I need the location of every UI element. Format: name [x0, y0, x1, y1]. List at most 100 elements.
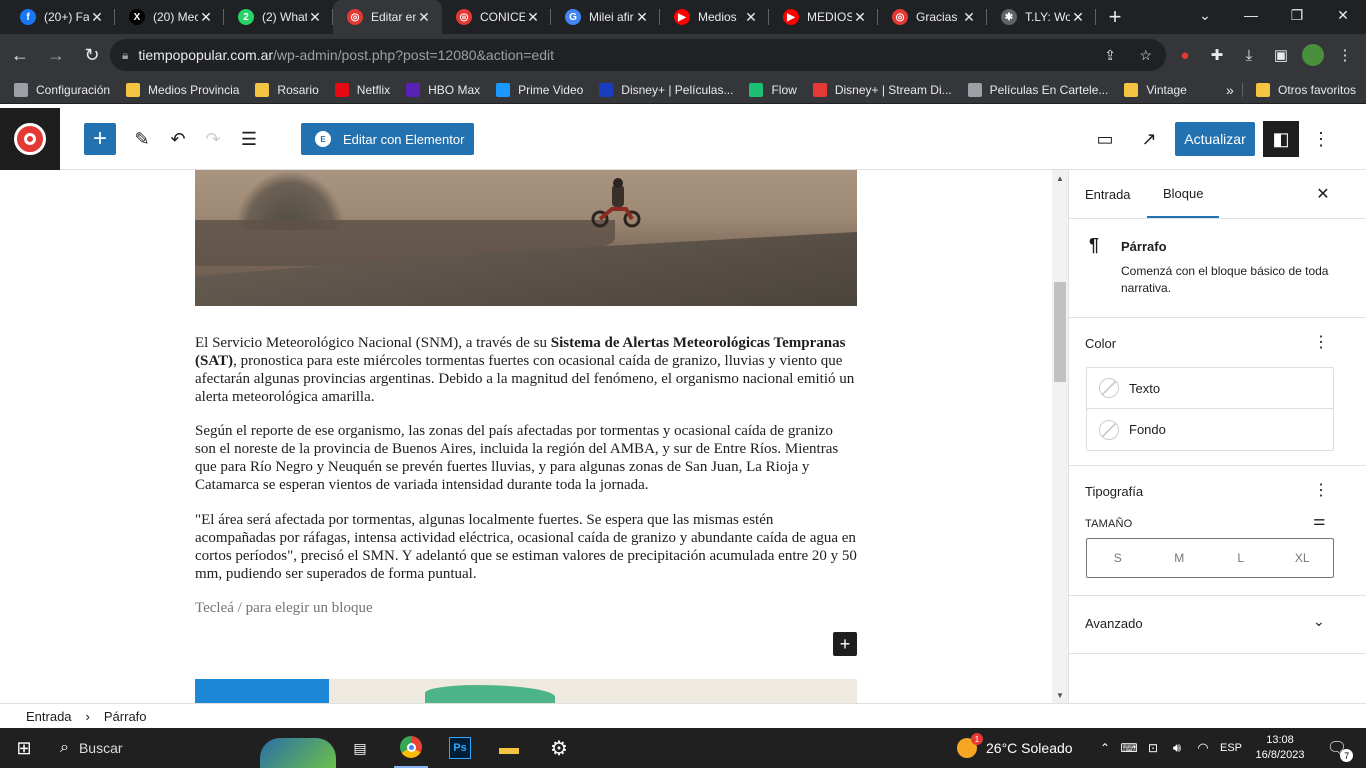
forward-icon[interactable]: →: [40, 39, 72, 71]
color-options-icon[interactable]: ⋮: [1313, 332, 1329, 352]
options-menu-icon[interactable]: ⋮: [1305, 123, 1337, 155]
inline-add-block-button[interactable]: +: [833, 632, 857, 656]
browser-tab[interactable]: G Milei afir ✕: [551, 0, 660, 34]
site-logo[interactable]: [0, 108, 60, 170]
paragraph-block[interactable]: El Servicio Meteorológico Nacional (SNM)…: [195, 334, 857, 406]
bookmark-item[interactable]: HBO Max: [398, 76, 488, 104]
close-tab-icon[interactable]: ✕: [89, 9, 105, 26]
update-button[interactable]: Actualizar: [1175, 122, 1255, 156]
view-post-external-icon[interactable]: ↗: [1133, 123, 1165, 155]
minimize-icon[interactable]: —: [1228, 0, 1274, 30]
task-view-icon[interactable]: ▤: [344, 728, 376, 768]
browser-tab[interactable]: ▶ MEDIOS ✕: [769, 0, 878, 34]
browser-tab[interactable]: ◎ Gracias ✕: [878, 0, 987, 34]
custom-size-sliders-icon[interactable]: ⚌: [1313, 512, 1326, 529]
photoshop-taskbar-icon[interactable]: Ps: [446, 728, 474, 768]
close-tab-icon[interactable]: ✕: [198, 9, 214, 26]
notifications-icon[interactable]: 🗨︎ 7: [1322, 728, 1354, 768]
edit-with-elementor-button[interactable]: E Editar con Elementor: [301, 123, 474, 155]
file-explorer-icon[interactable]: ▬: [494, 728, 524, 768]
weather-sun-icon[interactable]: 1: [954, 728, 983, 768]
chrome-taskbar-icon[interactable]: [394, 728, 428, 768]
address-bar[interactable]: 🔒︎ tiempopopular.com.ar/wp-admin/post.ph…: [110, 39, 1166, 71]
bookmark-item[interactable]: Rosario: [247, 76, 326, 104]
bookmark-item[interactable]: Disney+ | Películas...: [591, 76, 741, 104]
background-color-option[interactable]: Fondo: [1087, 409, 1333, 450]
bookmark-item[interactable]: Configuración: [6, 76, 118, 104]
extensions-puzzle-icon[interactable]: ✚: [1206, 44, 1228, 66]
volume-icon[interactable]: 🔊︎: [1166, 728, 1188, 768]
bookmark-item[interactable]: Medios Provincia: [118, 76, 247, 104]
wifi-icon[interactable]: ◠: [1192, 728, 1214, 768]
advanced-panel[interactable]: Avanzado ⌄: [1069, 595, 1366, 653]
profile-avatar[interactable]: [1302, 44, 1324, 66]
empty-block-placeholder[interactable]: Tecleá / para elegir un bloque: [195, 599, 857, 617]
paragraph-block[interactable]: Según el reporte de ese organismo, las z…: [195, 422, 857, 494]
redo-icon[interactable]: ↷: [197, 123, 229, 155]
bookmark-item[interactable]: Vintage: [1116, 76, 1194, 104]
bookmark-item[interactable]: Disney+ | Stream Di...: [805, 76, 960, 104]
reload-icon[interactable]: ↻: [76, 39, 108, 71]
weather-text[interactable]: 26°C Soleado: [986, 728, 1086, 768]
bookmark-item[interactable]: Prime Video: [488, 76, 591, 104]
clock[interactable]: 13:08 16/8/2023: [1250, 728, 1310, 768]
close-tab-icon[interactable]: ✕: [852, 9, 868, 26]
undo-icon[interactable]: ↶: [162, 123, 194, 155]
bookmark-item[interactable]: Netflix: [327, 76, 398, 104]
settings-sidebar-toggle-icon[interactable]: ◧: [1263, 121, 1299, 157]
tab-bloque[interactable]: Bloque: [1147, 170, 1220, 218]
extension-shield-icon[interactable]: ●: [1174, 44, 1196, 66]
close-tab-icon[interactable]: ✕: [416, 9, 432, 26]
network-icon[interactable]: ⊡: [1142, 728, 1164, 768]
bookmark-item[interactable]: Películas En Cartele...: [960, 76, 1117, 104]
tab-search-icon[interactable]: ⌄: [1182, 0, 1228, 30]
more-bookmarks-button[interactable]: »: [1218, 76, 1242, 104]
breadcrumb-root[interactable]: Entrada: [26, 709, 72, 724]
new-tab-button[interactable]: +: [1100, 0, 1130, 34]
ime-icon[interactable]: ⌨: [1118, 728, 1140, 768]
browser-tab[interactable]: f (20+) Fa ✕: [6, 0, 115, 34]
show-hidden-icons-chevron[interactable]: ⌃: [1096, 728, 1114, 768]
tab-entrada[interactable]: Entrada: [1085, 170, 1131, 218]
document-overview-icon[interactable]: ☰: [233, 123, 265, 155]
text-color-option[interactable]: Texto: [1087, 368, 1333, 409]
editor-scrollbar[interactable]: ▲ ▼: [1052, 170, 1068, 703]
browser-tab[interactable]: ◎ Editar en ✕: [333, 0, 442, 34]
close-tab-icon[interactable]: ✕: [634, 9, 650, 26]
language-indicator[interactable]: ESP: [1216, 728, 1246, 768]
add-block-button[interactable]: +: [84, 123, 116, 155]
other-favorites-button[interactable]: Otros favoritos: [1248, 76, 1364, 104]
browser-tab[interactable]: ◎ CONICE ✕: [442, 0, 551, 34]
typography-options-icon[interactable]: ⋮: [1313, 480, 1329, 500]
size-option-m[interactable]: M: [1149, 539, 1211, 577]
scroll-down-icon[interactable]: ▼: [1052, 687, 1068, 703]
close-tab-icon[interactable]: ✕: [961, 9, 977, 26]
close-window-icon[interactable]: ✕: [1320, 0, 1366, 30]
download-icon[interactable]: ⤓: [1238, 44, 1260, 66]
maximize-icon[interactable]: ❐: [1274, 0, 1320, 30]
close-sidebar-icon[interactable]: ✕: [1313, 184, 1333, 204]
search-highlight-image[interactable]: [260, 738, 336, 768]
scrollbar-thumb[interactable]: [1054, 282, 1066, 382]
browser-tab[interactable]: ▶ Medios ✕: [660, 0, 769, 34]
close-tab-icon[interactable]: ✕: [743, 9, 759, 26]
close-tab-icon[interactable]: ✕: [307, 9, 323, 26]
map-image[interactable]: [195, 679, 857, 703]
preview-desktop-icon[interactable]: ▭: [1089, 123, 1121, 155]
start-windows-icon[interactable]: ⊞: [0, 728, 48, 768]
browser-tab[interactable]: 2 (2) What ✕: [224, 0, 333, 34]
chevron-down-icon[interactable]: ⌄: [1313, 613, 1325, 630]
close-tab-icon[interactable]: ✕: [1070, 9, 1086, 26]
taskbar-search[interactable]: ⌕ Buscar: [52, 728, 262, 768]
browser-tab[interactable]: X (20) Mec ✕: [115, 0, 224, 34]
side-panel-icon[interactable]: ▣: [1270, 44, 1292, 66]
size-option-xl[interactable]: XL: [1272, 539, 1334, 577]
paragraph-block[interactable]: "El área será afectada por tormentas, al…: [195, 511, 857, 583]
bookmark-item[interactable]: Flow: [741, 76, 804, 104]
browser-tab[interactable]: ✱ T.LY: Wo ✕: [987, 0, 1096, 34]
scroll-up-icon[interactable]: ▲: [1052, 170, 1068, 186]
close-tab-icon[interactable]: ✕: [525, 9, 541, 26]
settings-gear-icon[interactable]: ⚙: [544, 728, 574, 768]
back-icon[interactable]: ←: [4, 39, 36, 71]
browser-menu-icon[interactable]: ⋮: [1334, 44, 1356, 66]
